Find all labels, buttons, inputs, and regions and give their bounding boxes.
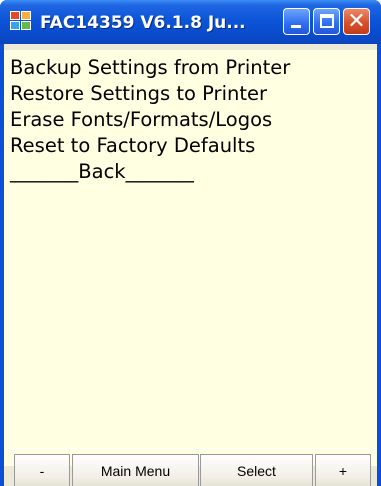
window-title: FAC14359 V6.1.8 Ju...: [40, 13, 246, 33]
select-button[interactable]: Select: [200, 454, 313, 486]
menu-item-erase-fonts[interactable]: Erase Fonts/Formats/Logos: [10, 107, 272, 133]
minimize-icon: [291, 25, 301, 28]
menu-item-backup-settings[interactable]: Backup Settings from Printer: [10, 55, 290, 81]
app-icon[interactable]: [10, 11, 32, 31]
menu-item-restore-settings[interactable]: Restore Settings to Printer: [10, 81, 267, 107]
close-icon: ✕: [347, 9, 366, 34]
main-menu-button[interactable]: Main Menu: [72, 454, 199, 486]
minus-button[interactable]: -: [14, 454, 70, 486]
menu-item-back[interactable]: _______Back_______: [10, 159, 194, 185]
close-button[interactable]: ✕: [343, 8, 370, 35]
minimize-button[interactable]: [283, 8, 310, 35]
menu-list: Backup Settings from Printer Restore Set…: [4, 50, 377, 466]
maximize-icon: [320, 14, 334, 28]
title-bar[interactable]: FAC14359 V6.1.8 Ju... ✕: [0, 0, 381, 44]
plus-button[interactable]: +: [315, 454, 371, 486]
menu-item-reset-defaults[interactable]: Reset to Factory Defaults: [10, 133, 255, 159]
app-window: FAC14359 V6.1.8 Ju... ✕ Backup Settings …: [0, 0, 381, 486]
bottom-button-bar: - Main Menu Select +: [4, 448, 377, 486]
client-area: Backup Settings from Printer Restore Set…: [4, 44, 377, 486]
maximize-button[interactable]: [313, 8, 340, 35]
